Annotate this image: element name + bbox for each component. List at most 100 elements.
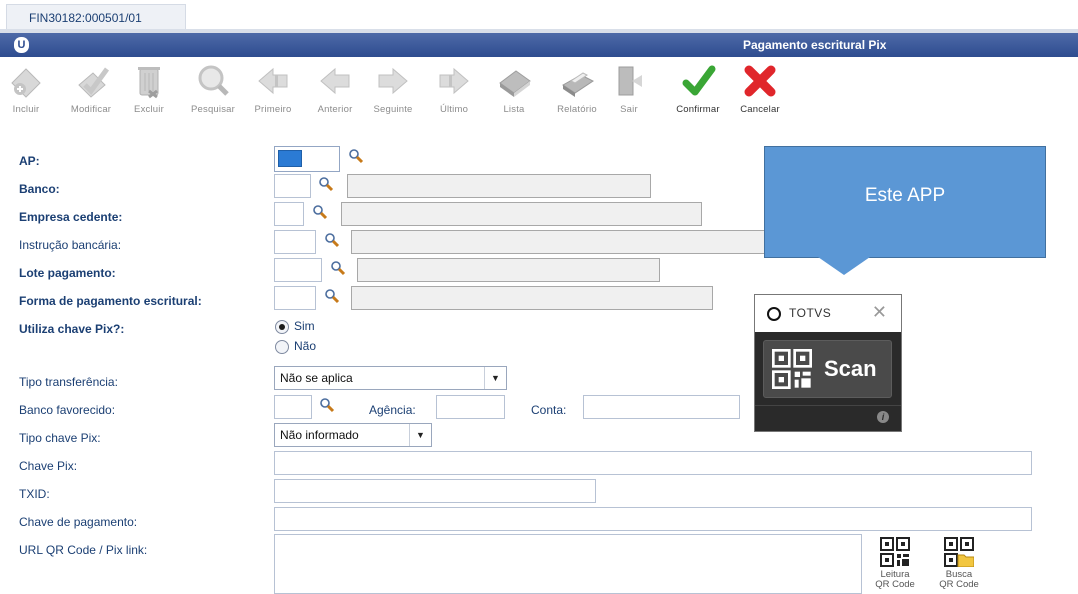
instrucao-bancaria-description bbox=[351, 230, 771, 254]
lookup-instrucao-icon[interactable] bbox=[324, 232, 340, 248]
relatorio-button[interactable]: Relatório bbox=[552, 61, 602, 127]
totvs-header: TOTVS ✕ bbox=[755, 295, 901, 332]
ap-input[interactable] bbox=[278, 150, 302, 167]
sair-button[interactable]: Sair bbox=[614, 61, 644, 127]
search-icon bbox=[198, 65, 229, 96]
qr-folder-icon bbox=[944, 537, 975, 568]
edit-icon bbox=[78, 67, 110, 98]
cancelar-button[interactable]: Cancelar bbox=[736, 61, 784, 127]
banco-label: Banco: bbox=[19, 182, 60, 196]
callout-box: Este APP bbox=[764, 146, 1046, 258]
last-arrow-icon bbox=[439, 67, 469, 95]
chevron-down-icon[interactable]: ▼ bbox=[484, 367, 506, 389]
lookup-forma-icon[interactable] bbox=[324, 288, 340, 304]
primeiro-label: Primeiro bbox=[254, 104, 292, 115]
scan-button[interactable]: Scan bbox=[763, 340, 892, 398]
tipo-chave-pix-select[interactable]: Não informado ▼ bbox=[274, 423, 432, 447]
radio-nao[interactable]: Não bbox=[275, 339, 316, 354]
relatorio-label: Relatório bbox=[557, 104, 597, 115]
modificar-label: Modificar bbox=[70, 104, 112, 115]
lookup-banco-favorecido-icon[interactable] bbox=[319, 397, 335, 413]
banco-input[interactable] bbox=[274, 174, 311, 198]
utiliza-chave-pix-label: Utiliza chave Pix?: bbox=[19, 322, 125, 336]
add-icon bbox=[11, 68, 41, 98]
ultimo-label: Último bbox=[439, 104, 469, 115]
radio-sim-circle[interactable] bbox=[275, 319, 289, 334]
callout-text: Este APP bbox=[864, 185, 946, 206]
chave-pagamento-label: Chave de pagamento: bbox=[19, 515, 138, 529]
instrucao-bancaria-input[interactable] bbox=[274, 230, 316, 254]
leitura-label-2: QR Code bbox=[875, 579, 915, 590]
lote-pagamento-label: Lote pagamento: bbox=[19, 266, 116, 280]
anterior-button[interactable]: Anterior bbox=[310, 61, 360, 127]
incluir-button[interactable]: Incluir bbox=[6, 61, 46, 127]
busca-label-2: QR Code bbox=[939, 579, 979, 590]
leitura-qr-button[interactable]: Leitura QR Code bbox=[870, 537, 920, 590]
chevron-down-icon[interactable]: ▼ bbox=[409, 424, 431, 446]
window-titlebar: U Pagamento escritural Pix bbox=[0, 33, 1078, 57]
instrucao-bancaria-label: Instrução bancária: bbox=[19, 238, 122, 252]
app-icon: U bbox=[14, 37, 29, 53]
tipo-chave-pix-label: Tipo chave Pix: bbox=[19, 431, 101, 445]
lookup-lote-icon[interactable] bbox=[330, 260, 346, 276]
anterior-label: Anterior bbox=[317, 104, 353, 115]
tab-label: FIN30182:000501/01 bbox=[29, 11, 142, 25]
incluir-label: Incluir bbox=[12, 104, 40, 115]
tipo-transferencia-select[interactable]: Não se aplica ▼ bbox=[274, 366, 507, 390]
toolbar: Incluir Modificar Excluir Pesquisar Prim… bbox=[0, 57, 1078, 129]
busca-qr-button[interactable]: Busca QR Code bbox=[934, 537, 984, 590]
empresa-cedente-input[interactable] bbox=[274, 202, 304, 226]
lote-pagamento-description bbox=[357, 258, 660, 282]
lote-pagamento-input[interactable] bbox=[274, 258, 322, 282]
close-icon[interactable]: ✕ bbox=[872, 302, 887, 323]
url-qr-textarea[interactable] bbox=[274, 534, 862, 594]
excluir-button[interactable]: Excluir bbox=[128, 61, 170, 127]
totvs-brand: TOTVS bbox=[789, 306, 832, 320]
radio-sim[interactable]: Sim bbox=[275, 319, 315, 334]
chave-pix-label: Chave Pix: bbox=[19, 459, 78, 473]
banco-description bbox=[347, 174, 651, 198]
ultimo-button[interactable]: Último bbox=[434, 61, 474, 127]
primeiro-button[interactable]: Primeiro bbox=[248, 61, 298, 127]
lista-label: Lista bbox=[503, 104, 525, 115]
radio-nao-label: Não bbox=[294, 339, 317, 353]
tipo-chave-pix-value: Não informado bbox=[280, 428, 359, 442]
scan-label: Scan bbox=[824, 356, 877, 381]
banco-favorecido-label: Banco favorecido: bbox=[19, 403, 116, 417]
checkmark-icon bbox=[682, 65, 716, 96]
radio-nao-circle[interactable] bbox=[275, 339, 289, 354]
trash-icon bbox=[138, 67, 160, 99]
chave-pix-input[interactable] bbox=[274, 451, 1032, 475]
cancelar-label: Cancelar bbox=[740, 104, 780, 115]
banco-favorecido-input[interactable] bbox=[274, 395, 312, 419]
forma-pagamento-input[interactable] bbox=[274, 286, 316, 310]
totvs-separator bbox=[755, 405, 901, 406]
pesquisar-label: Pesquisar bbox=[190, 104, 236, 115]
agencia-input[interactable] bbox=[436, 395, 505, 419]
previous-arrow-icon bbox=[320, 67, 350, 95]
conta-label: Conta: bbox=[531, 403, 567, 417]
info-icon[interactable]: i bbox=[877, 411, 889, 423]
lookup-empresa-icon[interactable] bbox=[312, 204, 328, 220]
url-qr-label: URL QR Code / Pix link: bbox=[19, 543, 148, 557]
lookup-banco-icon[interactable] bbox=[318, 176, 334, 192]
pesquisar-button[interactable]: Pesquisar bbox=[186, 61, 240, 127]
totvs-scan-widget: TOTVS ✕ Scan i bbox=[754, 294, 902, 432]
seguinte-button[interactable]: Seguinte bbox=[368, 61, 418, 127]
chave-pagamento-input[interactable] bbox=[274, 507, 1032, 531]
qr-code-icon bbox=[880, 537, 910, 567]
book-list-icon bbox=[499, 70, 531, 97]
confirmar-label: Confirmar bbox=[676, 104, 720, 115]
confirmar-button[interactable]: Confirmar bbox=[670, 61, 726, 127]
lookup-ap-icon[interactable] bbox=[348, 148, 364, 164]
modificar-button[interactable]: Modificar bbox=[62, 61, 120, 127]
ap-label: AP: bbox=[19, 154, 40, 168]
next-arrow-icon bbox=[378, 67, 408, 95]
tab-document[interactable]: FIN30182:000501/01 bbox=[6, 4, 186, 30]
excluir-label: Excluir bbox=[134, 104, 164, 115]
empresa-cedente-description bbox=[341, 202, 702, 226]
agencia-label: Agência: bbox=[369, 403, 416, 417]
lista-button[interactable]: Lista bbox=[494, 61, 534, 127]
txid-input[interactable] bbox=[274, 479, 596, 503]
conta-input[interactable] bbox=[583, 395, 740, 419]
